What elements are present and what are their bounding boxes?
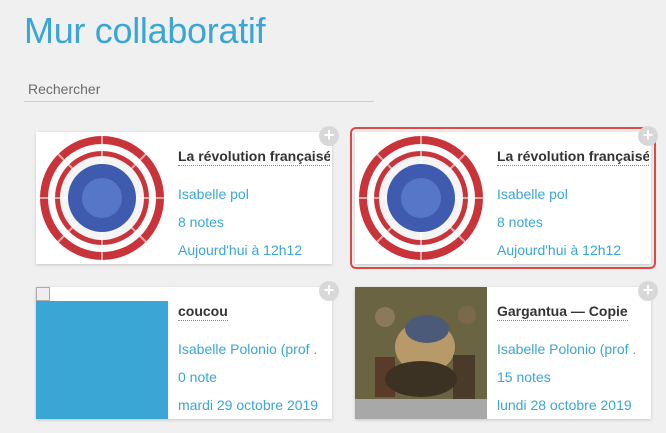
card-notes: 15 notes [497, 369, 551, 385]
wall-card-selected[interactable]: La révolution françaisé Isabelle pol 8 n… [350, 126, 658, 269]
wall-card[interactable]: La révolution françaisé Isabelle pol 8 n… [36, 126, 339, 264]
card-title[interactable]: La révolution françaisé [178, 148, 330, 166]
card-info: La révolution françaisé Isabelle pol 8 n… [497, 148, 649, 264]
card-info: La révolution françaisé Isabelle pol 8 n… [178, 148, 330, 264]
card-info: Gargantua — Copie Isabelle Polonio (prof… [497, 303, 649, 419]
card-title[interactable]: Gargantua — Copie [497, 303, 628, 321]
card-notes: 8 notes [497, 214, 543, 230]
add-icon[interactable]: + [319, 126, 339, 146]
card-author: Isabelle pol [497, 186, 568, 202]
thumbnail-placeholder [36, 301, 168, 419]
card-info: coucou Isabelle Polonio (prof . 0 note m… [178, 303, 330, 419]
card-author: Isabelle pol [178, 186, 249, 202]
broken-image-icon [36, 287, 50, 301]
wall-card[interactable]: Gargantua — Copie Isabelle Polonio (prof… [355, 281, 658, 419]
search-bar [24, 78, 374, 102]
add-icon[interactable]: + [319, 281, 339, 301]
painting-icon [355, 287, 487, 419]
card-author: Isabelle Polonio (prof . [497, 341, 637, 357]
wall-card[interactable]: coucou Isabelle Polonio (prof . 0 note m… [36, 281, 339, 419]
page-title: Mur collaboratif [24, 10, 266, 51]
cocarde-icon [355, 132, 487, 264]
card-notes: 0 note [178, 369, 217, 385]
card-title[interactable]: La révolution françaisé [497, 148, 649, 166]
card-notes: 8 notes [178, 214, 224, 230]
card-title[interactable]: coucou [178, 303, 228, 321]
cocarde-icon [36, 132, 168, 264]
add-icon[interactable]: + [638, 126, 658, 146]
card-date: mardi 29 octobre 2019 [178, 397, 319, 413]
card-date: Aujourd'hui à 12h12 [178, 242, 303, 258]
card-thumbnail [36, 132, 168, 264]
card-date: lundi 28 octobre 2019 [497, 397, 632, 413]
card-date: Aujourd'hui à 12h12 [497, 242, 622, 258]
search-input[interactable] [24, 78, 374, 100]
card-thumbnail [355, 132, 487, 264]
card-thumbnail [36, 287, 168, 419]
card-author: Isabelle Polonio (prof . [178, 341, 318, 357]
card-thumbnail [355, 287, 487, 419]
add-icon[interactable]: + [638, 281, 658, 301]
